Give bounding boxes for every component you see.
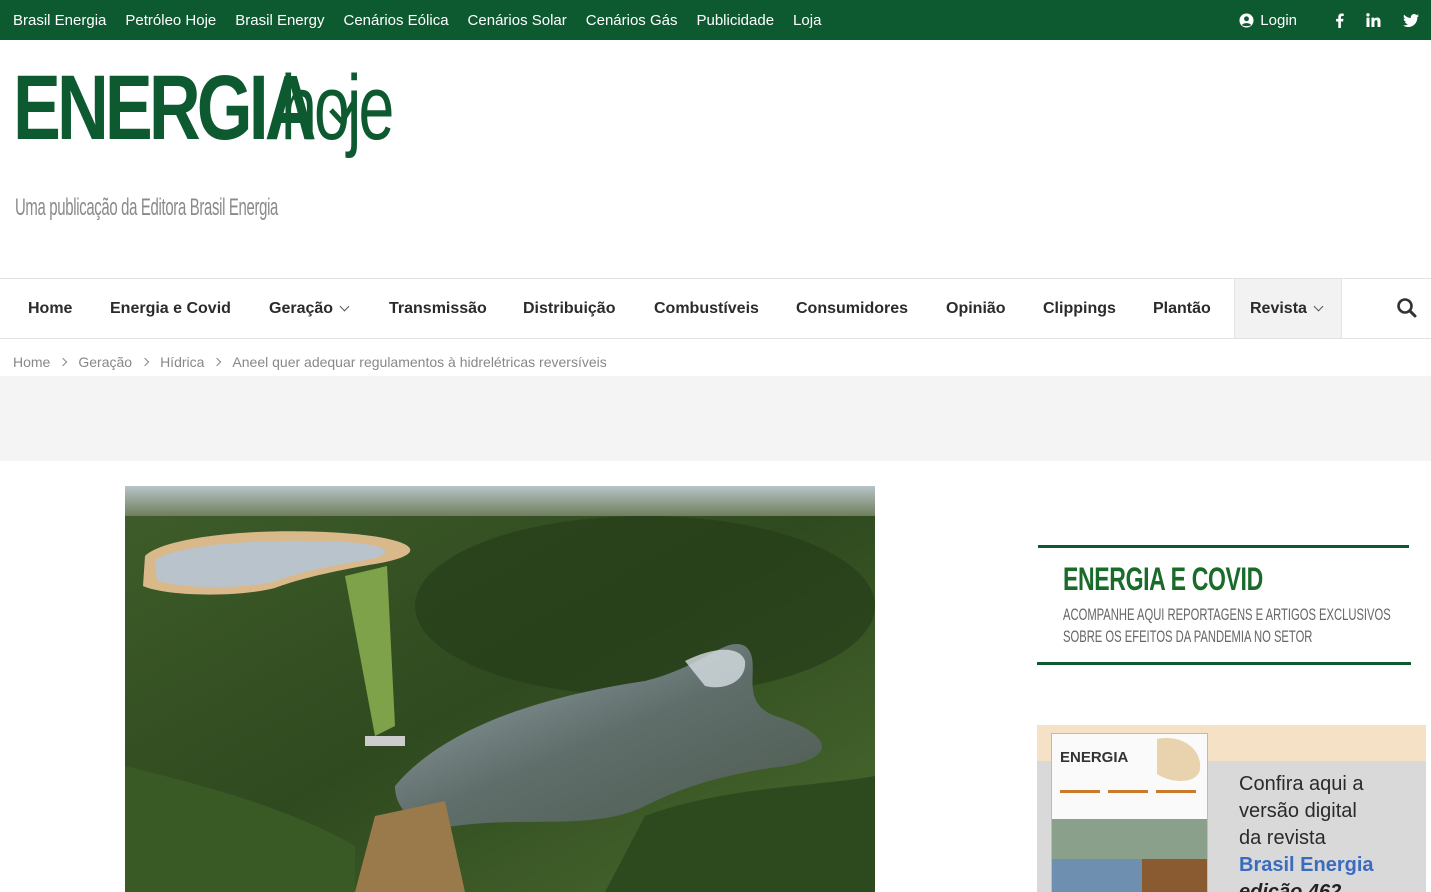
nav-plantao-label: Plantão	[1153, 299, 1211, 317]
nav-geracao[interactable]: Geração	[269, 279, 350, 338]
search-icon[interactable]	[1396, 297, 1418, 319]
top-link-loja[interactable]: Loja	[793, 12, 821, 29]
nav-combustiveis-label: Combustíveis	[654, 299, 759, 317]
revista-line3: da revista	[1239, 827, 1326, 849]
nav-revista-label: Revista	[1250, 299, 1307, 317]
nav-transmissao[interactable]: Transmissão	[389, 279, 487, 338]
covid-banner-line1: ACOMPANHE AQUI REPORTAGENS E ARTIGOS EXC…	[1063, 605, 1391, 624]
revista-banner[interactable]: ENERGIA Confira aqui a versão digital da…	[1037, 725, 1426, 892]
top-link-brasil-energy[interactable]: Brasil Energy	[235, 12, 324, 29]
breadcrumb-geracao[interactable]: Geração	[78, 354, 132, 370]
top-bar: Brasil Energia Petróleo Hoje Brasil Ener…	[0, 0, 1431, 40]
nav-combustiveis[interactable]: Combustíveis	[654, 279, 759, 338]
site-logo[interactable]: ENERGIA hoje Uma publicação da Editora B…	[13, 57, 394, 237]
breadcrumb: Home Geração Hídrica Aneel quer adequar …	[13, 352, 607, 372]
top-link-cenarios-eolica[interactable]: Cenários Eólica	[343, 12, 448, 29]
facebook-icon[interactable]	[1335, 12, 1344, 28]
network-links: Brasil Energia Petróleo Hoje Brasil Ener…	[13, 0, 840, 40]
top-link-cenarios-gas[interactable]: Cenários Gás	[586, 12, 678, 29]
nav-distribuicao-label: Distribuição	[523, 299, 616, 317]
top-link-publicidade[interactable]: Publicidade	[696, 12, 774, 29]
top-link-cenarios-solar[interactable]: Cenários Solar	[468, 12, 567, 29]
covid-banner[interactable]: ENERGIA E COVID ACOMPANHE AQUI REPORTAGE…	[1037, 545, 1411, 666]
nav-clippings[interactable]: Clippings	[1043, 279, 1116, 338]
nav-opiniao[interactable]: Opinião	[946, 279, 1006, 338]
nav-plantao[interactable]: Plantão	[1153, 279, 1211, 338]
user-icon	[1239, 12, 1254, 28]
top-link-brasil-energia[interactable]: Brasil Energia	[13, 12, 106, 29]
magazine-cover-image: ENERGIA	[1051, 733, 1208, 892]
covid-banner-top-rule	[1038, 545, 1409, 548]
chevron-down-icon	[1313, 301, 1324, 312]
breadcrumb-home[interactable]: Home	[13, 354, 50, 370]
nav-home-label: Home	[28, 299, 73, 317]
nav-revista[interactable]: Revista	[1250, 279, 1324, 338]
chevron-right-icon	[140, 357, 150, 367]
breadcrumb-hidrica[interactable]: Hídrica	[160, 354, 204, 370]
nav-home[interactable]: Home	[28, 279, 72, 338]
nav-energia-covid[interactable]: Energia e Covid	[110, 279, 231, 338]
nav-clippings-label: Clippings	[1043, 299, 1116, 317]
covid-banner-bottom-rule	[1037, 662, 1411, 665]
logo-tagline: Uma publicação da Editora Brasil Energia	[15, 194, 279, 221]
breadcrumb-current: Aneel quer adequar regulamentos à hidrel…	[232, 354, 607, 370]
chevron-right-icon	[59, 357, 68, 367]
nav-consumidores-label: Consumidores	[796, 299, 909, 317]
nav-energia-covid-label: Energia e Covid	[110, 299, 231, 317]
revista-edition: edição 462	[1239, 881, 1342, 892]
revista-line2: versão digital	[1239, 800, 1357, 822]
chevron-right-icon	[213, 357, 222, 367]
login-button[interactable]: Login	[1239, 12, 1297, 29]
svg-text:ENERGIA: ENERGIA	[1060, 749, 1129, 766]
reservoir-photo	[125, 486, 875, 892]
clock-icon	[329, 98, 358, 127]
article-hero-image	[125, 486, 875, 892]
revista-line1: Confira aqui a	[1239, 773, 1364, 795]
nav-opiniao-label: Opinião	[946, 299, 1006, 317]
ad-banner-area	[0, 376, 1431, 461]
twitter-icon[interactable]	[1403, 13, 1419, 27]
logo-word-energia: ENERGIA	[13, 57, 317, 159]
top-link-petroleo-hoje[interactable]: Petróleo Hoje	[125, 12, 216, 29]
covid-banner-line2: SOBRE OS EFEITOS DA PANDEMIA NO SETOR	[1063, 627, 1313, 646]
chevron-down-icon	[339, 301, 350, 312]
nav-consumidores[interactable]: Consumidores	[796, 279, 908, 338]
revista-brand-link[interactable]: Brasil Energia	[1239, 852, 1374, 879]
revista-banner-text: Confira aqui a versão digital da revista…	[1239, 771, 1374, 892]
main-nav: Home Energia e Covid Geração Transmissão…	[0, 278, 1431, 339]
covid-banner-title: ENERGIA E COVID	[1063, 561, 1263, 597]
login-label: Login	[1260, 11, 1297, 29]
nav-distribuicao[interactable]: Distribuição	[523, 279, 615, 338]
nav-geracao-label: Geração	[269, 299, 334, 317]
nav-transmissao-label: Transmissão	[389, 299, 487, 317]
linkedin-icon[interactable]	[1366, 13, 1381, 27]
